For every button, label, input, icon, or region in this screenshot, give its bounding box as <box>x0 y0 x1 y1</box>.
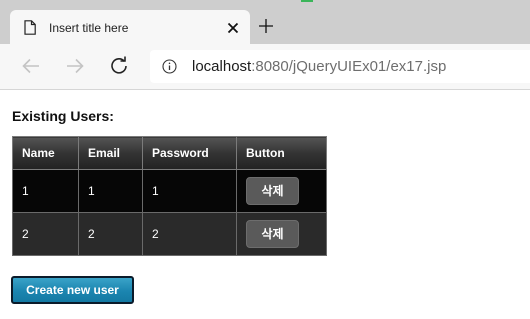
window-accent <box>301 0 313 2</box>
table-row: 1 1 1 삭제 <box>12 169 327 213</box>
arrow-left-icon[interactable] <box>20 55 42 77</box>
page-content: Existing Users: Name Email Password Butt… <box>0 91 530 319</box>
table-row: 2 2 2 삭제 <box>12 212 327 256</box>
cell-email: 2 <box>78 212 143 256</box>
document-icon <box>24 20 36 35</box>
column-header-button: Button <box>236 136 327 170</box>
cell-name: 2 <box>12 212 79 256</box>
delete-button[interactable]: 삭제 <box>246 177 299 205</box>
cell-button: 삭제 <box>236 212 327 256</box>
column-header-password: Password <box>142 136 237 170</box>
url-host: localhost <box>192 58 252 75</box>
column-header-name: Name <box>12 136 79 170</box>
reload-icon[interactable] <box>108 55 130 77</box>
cell-button: 삭제 <box>236 169 327 213</box>
cell-password: 2 <box>142 212 237 256</box>
info-icon[interactable] <box>162 59 177 74</box>
cell-email: 1 <box>78 169 143 213</box>
delete-button[interactable]: 삭제 <box>246 220 299 248</box>
url-path: :8080/jQueryUIEx01/ex17.jsp <box>251 58 447 75</box>
cell-password: 1 <box>142 169 237 213</box>
tab-title: Insert title here <box>49 21 129 35</box>
create-new-user-button[interactable]: Create new user <box>11 276 134 304</box>
tab-strip: Insert title here <box>0 0 530 44</box>
page-title: Existing Users: <box>12 108 114 124</box>
browser-tab[interactable]: Insert title here <box>10 10 250 44</box>
address-bar[interactable]: localhost:8080/jQueryUIEx01/ex17.jsp <box>150 50 530 83</box>
cell-name: 1 <box>12 169 79 213</box>
plus-icon[interactable] <box>258 18 274 34</box>
users-table: Name Email Password Button 1 1 1 삭제 2 2 … <box>12 136 327 256</box>
column-header-email: Email <box>78 136 143 170</box>
arrow-right-icon[interactable] <box>64 55 86 77</box>
close-icon[interactable] <box>225 20 241 36</box>
table-header-row: Name Email Password Button <box>12 136 327 170</box>
browser-toolbar: localhost:8080/jQueryUIEx01/ex17.jsp <box>0 44 530 90</box>
url-text[interactable]: localhost:8080/jQueryUIEx01/ex17.jsp <box>192 58 446 76</box>
